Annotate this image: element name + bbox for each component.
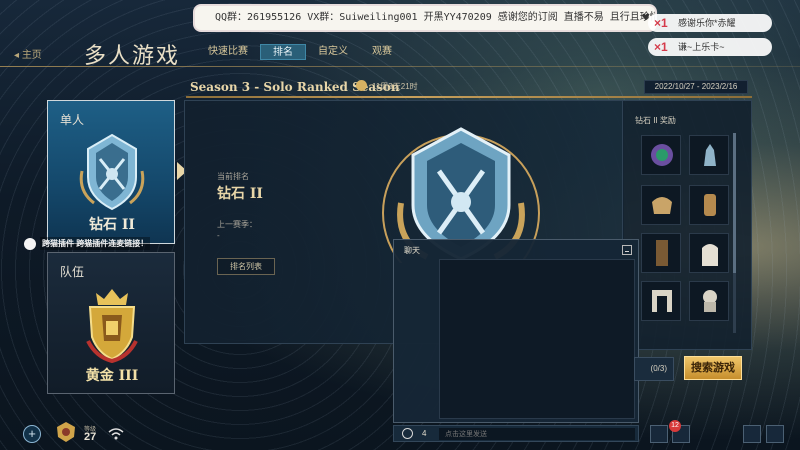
statue-icon: [704, 144, 716, 166]
team-card-rank: 黄金 III: [85, 368, 139, 384]
solo-queue-card[interactable]: 单人 钻石 II: [47, 100, 175, 244]
player-level: 27: [84, 431, 97, 443]
chat-title: 聊天: [404, 246, 420, 255]
live-badge-text: 跨猫插件 跨猫插件连麦链接！: [40, 237, 151, 250]
last-season-label: 上一赛季：: [217, 220, 257, 229]
clock-icon: [356, 80, 367, 91]
current-rank-value: 钻石 II: [217, 186, 263, 202]
last-season-value: -: [217, 231, 220, 240]
gift-name: 感谢乐你*赤耀: [678, 18, 736, 28]
chat-log: [439, 259, 635, 419]
solo-card-label: 单人: [60, 113, 85, 127]
gold-emblem-icon: [652, 197, 672, 214]
stream-banner-text: QQ群：261955126 VX群：Suiweiling001 开黑YY4702…: [215, 12, 655, 23]
reward-statue[interactable]: [689, 135, 729, 175]
notification-badge: 12: [669, 420, 681, 432]
stream-live-badge: 跨猫插件 跨猫插件连麦链接！: [24, 237, 151, 250]
banner-icon: [656, 240, 668, 266]
chat-input[interactable]: [439, 428, 635, 440]
nav-divider: [0, 66, 800, 67]
reward-arch[interactable]: [641, 281, 681, 321]
arch-icon: [652, 290, 672, 312]
gold-rank-icon: [86, 289, 138, 364]
mode-tabs: 快速比赛 排名 自定义 观赛: [196, 44, 404, 60]
season-divider: [186, 96, 752, 98]
reward-emblem-gold[interactable]: [641, 185, 681, 225]
chat-window: 聊天: [393, 239, 639, 423]
team-card-label: 队伍: [60, 265, 85, 279]
tab-spectate[interactable]: 观赛: [360, 44, 404, 60]
chat-footer: 4: [393, 425, 639, 442]
rank-list-button[interactable]: 排名列表: [217, 258, 275, 275]
add-friend-button[interactable]: +: [23, 425, 41, 443]
solo-card-rank: 钻石 II: [89, 217, 135, 233]
tab-quick-match[interactable]: 快速比赛: [196, 44, 260, 60]
party-size-button[interactable]: (0/3): [634, 357, 674, 381]
back-button[interactable]: ◂ 主页: [14, 46, 42, 61]
reward-sculpture[interactable]: [689, 281, 729, 321]
rewards-panel: 钻石 II 奖励: [622, 100, 752, 350]
season-time-left: 11周3天21时: [372, 82, 418, 91]
top-nav: ◂ 主页 多人游戏 快速比赛 排名 自定义 观赛: [0, 38, 800, 69]
chat-member-count: 4: [422, 429, 427, 438]
season-date-range: 2022/10/27 - 2023/2/16: [644, 80, 748, 94]
gift-multiplier: ×1: [654, 16, 668, 30]
bronze-emblem-icon: [704, 194, 716, 216]
chat-minimize-button[interactable]: [622, 245, 632, 255]
search-game-button[interactable]: 搜索游戏: [684, 356, 742, 380]
members-icon[interactable]: [402, 428, 413, 439]
wifi-icon: [108, 428, 124, 440]
power-icon[interactable]: [766, 425, 784, 443]
settings-icon[interactable]: [743, 425, 761, 443]
reward-emblem-bronze[interactable]: [689, 185, 729, 225]
reward-portrait[interactable]: [641, 135, 681, 175]
tab-custom[interactable]: 自定义: [306, 44, 360, 60]
live-dot-icon: [24, 237, 36, 250]
rewards-scrollbar[interactable]: [733, 133, 736, 333]
player-rank-icon: [57, 422, 75, 442]
rewards-header: 钻石 II 奖励: [635, 116, 676, 125]
portrait-icon: [651, 144, 673, 166]
reward-window[interactable]: [689, 233, 729, 273]
back-label: 主页: [21, 50, 42, 61]
stream-banner: QQ群：261955126 VX群：Suiweiling001 开黑YY4702…: [195, 6, 655, 30]
window-icon: [702, 244, 718, 266]
current-rank-label: 当前排名: [217, 172, 249, 181]
sword-icon[interactable]: [650, 425, 668, 443]
team-queue-card[interactable]: 队伍 黄金 III: [47, 252, 175, 394]
gift-badge: ×1 感谢乐你*赤耀: [648, 14, 772, 32]
season-title: Season 3 - Solo Ranked Season: [190, 80, 400, 94]
sculpture-icon: [703, 290, 717, 312]
reward-banner[interactable]: [641, 233, 681, 273]
tab-ranked[interactable]: 排名: [260, 44, 306, 60]
diamond-rank-icon: [79, 133, 145, 211]
